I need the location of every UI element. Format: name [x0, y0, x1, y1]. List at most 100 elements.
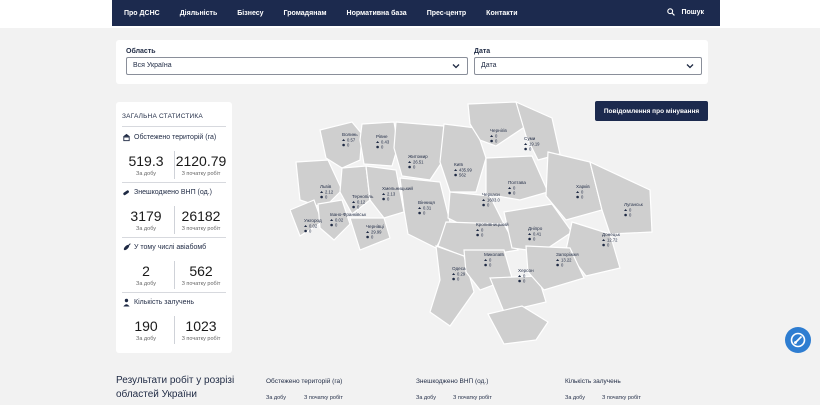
stat-heading: У тому числі авіабомб	[122, 243, 206, 252]
results-col-day: За добу	[266, 395, 286, 401]
region-name: Чернівці	[366, 224, 384, 229]
ordnance-icon	[352, 205, 355, 209]
region-name: Хмельницький	[382, 185, 413, 191]
region-name: Львів	[320, 184, 332, 189]
ordnance-icon	[624, 213, 627, 217]
stat-day-label: За добу	[136, 171, 156, 177]
divider	[122, 292, 226, 293]
divider	[122, 237, 226, 238]
region-name: Київ	[454, 162, 464, 167]
general-stats-panel: ЗАГАЛЬНА СТАТИСТИКА Обстежено територій …	[116, 102, 232, 353]
stat-day-value: 190	[134, 318, 158, 334]
nav-item-press[interactable]: Прес-центр	[427, 10, 466, 17]
stat-day-value: 2	[142, 263, 150, 279]
stat-label: У тому числі авіабомб	[134, 244, 207, 251]
ordnance-icon	[330, 223, 333, 227]
stats-title: ЗАГАЛЬНА СТАТИСТИКА	[122, 113, 203, 120]
ordnance-icon	[518, 279, 521, 283]
stat-total-label: З початку робіт	[181, 226, 221, 232]
ordnance-icon	[576, 195, 579, 199]
ordnance-icon	[452, 277, 455, 281]
region-name: Дніпро	[528, 226, 543, 231]
stat-total-label: З початку робіт	[181, 336, 221, 342]
results-col-day: За добу	[565, 395, 585, 401]
ukraine-map: Волинь0.570Рівне0.430Житомир26.510 Київ43…	[290, 100, 653, 345]
results-col-ordnance: Знешкоджено ВНП (од.)	[416, 378, 489, 385]
nav-item-business[interactable]: Бізнесу	[237, 10, 263, 17]
stat-day-label: За добу	[136, 281, 156, 287]
stat-total-value: 2120.79	[175, 153, 227, 169]
help-button[interactable]	[785, 327, 811, 353]
stat-label: Обстежено територій (га)	[134, 134, 217, 141]
stat-day-value: 519.3	[128, 153, 164, 169]
date-select[interactable]: Дата	[474, 57, 702, 75]
map-region[interactable]	[359, 121, 399, 167]
map-region[interactable]	[589, 160, 653, 235]
results-col-personnel: Кількість залучень	[565, 378, 621, 385]
results-col-total: З початку робіт	[602, 395, 641, 401]
region-name: Черкаси	[482, 192, 500, 197]
divider	[122, 182, 226, 183]
map-region[interactable]	[487, 305, 549, 345]
ordnance-icon	[528, 237, 531, 241]
divider	[122, 126, 226, 127]
stat-total-label: З початку робіт	[181, 171, 221, 177]
region-name: Чернігів	[490, 128, 507, 133]
assistant-icon	[790, 332, 806, 348]
nav-item-contacts[interactable]: Контакти	[486, 10, 517, 17]
nav-item-activity[interactable]: Діяльність	[180, 10, 218, 17]
nav-item-legal[interactable]: Нормативна база	[347, 10, 407, 17]
region-name: Донецьк	[602, 232, 621, 237]
results-title: Результати робіт у розрізі областей Укра…	[116, 375, 235, 400]
map-region[interactable]	[515, 100, 561, 161]
filter-card: Область Вся Україна Дата Дата	[116, 40, 708, 84]
map-region[interactable]	[393, 121, 445, 181]
ordnance-icon	[342, 143, 345, 147]
area-icon	[524, 143, 528, 145]
stat-heading: Обстежено територій (га)	[122, 133, 216, 142]
stat-heading: Знешкоджено ВНП (од.)	[122, 188, 212, 197]
results-col-area: Обстежено територій (га)	[266, 378, 343, 385]
region-select[interactable]: Вся Україна	[126, 57, 468, 75]
results-col-total: З початку робіт	[304, 395, 343, 401]
map-region[interactable]	[349, 217, 391, 251]
ordnance-icon	[123, 190, 129, 196]
nav-item-about[interactable]: Про ДСНС	[124, 10, 160, 17]
region-name: Ужгород	[304, 218, 322, 223]
search-button[interactable]: Пошук	[667, 8, 704, 16]
map-region[interactable]	[365, 165, 405, 219]
ordnance-icon	[408, 165, 411, 169]
map-region[interactable]	[317, 199, 351, 241]
main-nav: Про ДСНС Діяльність Бізнесу Громадянам Н…	[112, 0, 720, 26]
stat-total-value: 26182	[181, 208, 221, 224]
region-name: Харків	[576, 184, 590, 189]
ordnance-icon	[418, 211, 421, 215]
stat-label: Знешкоджено ВНП (од.)	[134, 189, 212, 196]
bomb-icon	[123, 243, 131, 251]
region-name: Рівне	[376, 134, 388, 139]
region-name: Тернопіль	[352, 194, 374, 199]
region-ordnance-value: 562	[459, 173, 467, 178]
region-name: Полтава	[508, 180, 526, 185]
ordnance-icon	[556, 263, 559, 267]
nav-item-citizens[interactable]: Громадянам	[284, 10, 327, 17]
region-name: Херсон	[518, 268, 534, 273]
personnel-icon	[123, 298, 130, 307]
ordnance-icon	[476, 233, 479, 237]
stat-day-label: За добу	[136, 226, 156, 232]
ordnance-icon	[382, 197, 385, 201]
stat-total-value: 1023	[185, 318, 217, 334]
stat-day-label: За добу	[136, 336, 156, 342]
stat-heading: Кількість залучень	[122, 298, 194, 307]
search-icon	[667, 8, 676, 16]
ordnance-icon	[508, 191, 511, 195]
region-name: Івано-Франківськ	[330, 212, 367, 217]
date-label: Дата	[474, 48, 491, 55]
top-bar: Про ДСНС Діяльність Бізнесу Громадянам Н…	[0, 0, 820, 28]
region-name: Луганськ	[624, 202, 644, 207]
results-col-total: З початку робіт	[453, 395, 492, 401]
region-name: Вінниця	[418, 200, 435, 205]
ordnance-icon	[366, 235, 369, 239]
ordnance-icon	[524, 147, 527, 151]
stat-total-value: 562	[189, 263, 213, 279]
